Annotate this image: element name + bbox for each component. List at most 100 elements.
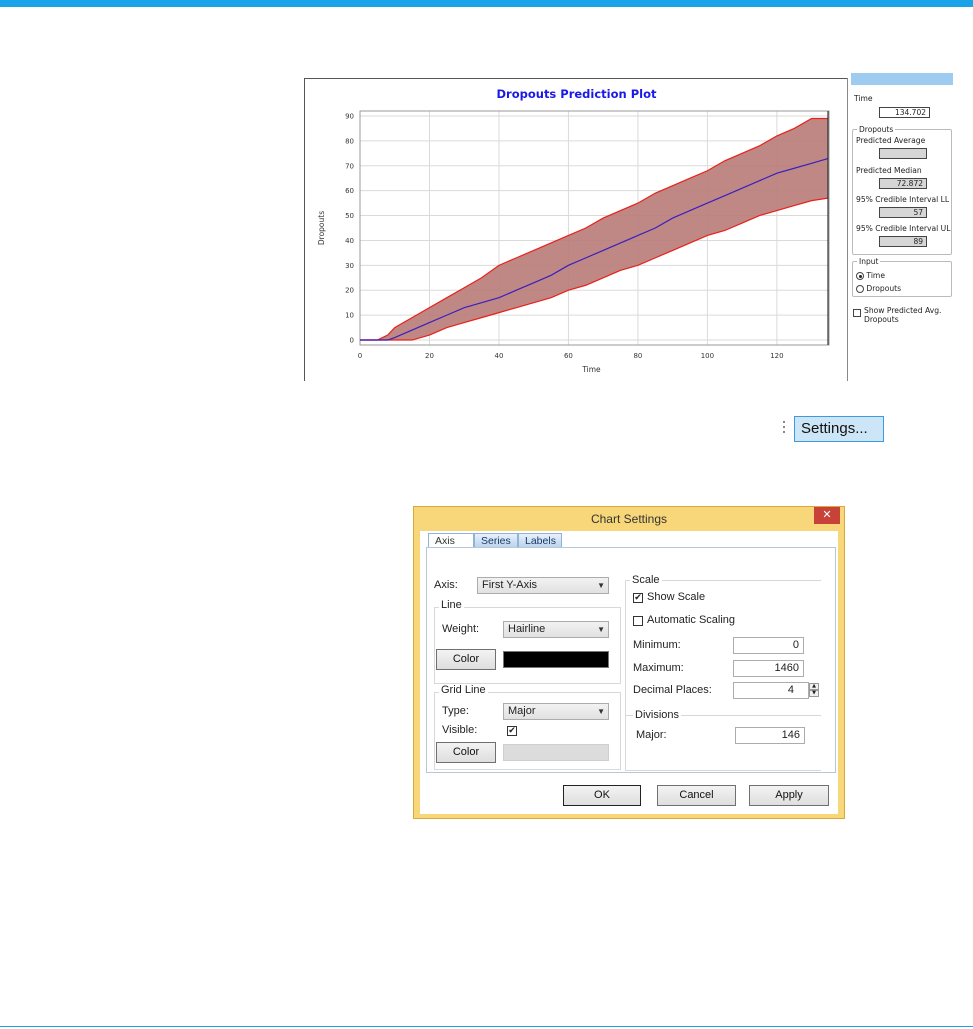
x-tick-label: 60: [564, 352, 573, 360]
radio-dropouts-indicator[interactable]: [856, 285, 864, 293]
top-accent-bar: [0, 0, 973, 7]
predicted-average-field: [879, 148, 927, 159]
x-tick-label: 80: [633, 352, 642, 360]
x-tick-label: 0: [358, 352, 362, 360]
grid-color-swatch[interactable]: [503, 744, 609, 761]
weight-label: Weight:: [442, 623, 480, 635]
y-tick-label: 30: [345, 262, 354, 270]
y-tick-label: 10: [345, 312, 354, 320]
weight-select[interactable]: Hairline ▼: [503, 621, 609, 638]
chevron-down-icon: ▼: [597, 581, 605, 590]
automatic-scaling-checkbox[interactable]: [633, 616, 643, 626]
plot-frame-edge: [847, 78, 848, 381]
line-color-button[interactable]: Color: [436, 649, 496, 670]
settings-button[interactable]: Settings...: [794, 416, 884, 442]
line-group-title: Line: [439, 599, 464, 611]
decimal-places-input[interactable]: 4: [733, 682, 809, 699]
close-icon: ✕: [822, 508, 832, 521]
visible-label: Visible:: [442, 724, 478, 736]
x-tick-label: 120: [770, 352, 783, 360]
spin-up-icon[interactable]: ▲: [809, 683, 819, 690]
show-scale-checkbox[interactable]: ✔: [633, 593, 643, 603]
type-select-value: Major: [508, 705, 536, 717]
chevron-down-icon: ▼: [597, 625, 605, 634]
automatic-scaling-label: Automatic Scaling: [647, 614, 736, 626]
dialog-title: Chart Settings: [590, 512, 668, 526]
show-scale-label: Show Scale: [647, 591, 706, 603]
axis-tab-panel: Axis: First Y-Axis ▼ Line Weight: Hairli…: [426, 547, 836, 773]
right-column-rule: [625, 580, 626, 770]
tab-axis[interactable]: Axis: [428, 533, 474, 547]
scale-group-title: Scale: [630, 574, 662, 586]
x-tick-label: 40: [495, 352, 504, 360]
gridline-group-title: Grid Line: [439, 684, 488, 696]
apply-button[interactable]: Apply: [749, 785, 829, 806]
axis-select[interactable]: First Y-Axis ▼: [477, 577, 609, 594]
axis-label: Axis:: [434, 579, 458, 591]
predicted-median-label: Predicted Median: [856, 166, 922, 175]
visible-checkbox[interactable]: ✔: [507, 726, 517, 736]
radio-dropouts[interactable]: Dropouts: [856, 284, 901, 293]
y-tick-label: 70: [345, 162, 354, 170]
radio-time-label: Time: [866, 271, 886, 280]
ok-button[interactable]: OK: [563, 785, 641, 806]
y-tick-label: 50: [345, 212, 354, 220]
prediction-side-panel: Time 134.702 Dropouts Predicted Average …: [850, 73, 953, 381]
decimal-places-spinner[interactable]: ▲ ▼: [809, 683, 819, 698]
input-legend: Input: [859, 257, 879, 266]
grid-color-button[interactable]: Color: [436, 742, 496, 763]
time-field[interactable]: 134.702: [879, 107, 930, 118]
bottom-separator: [625, 770, 821, 771]
major-label: Major:: [636, 729, 667, 741]
toolbar-grip[interactable]: [783, 418, 786, 440]
y-tick-label: 80: [345, 137, 354, 145]
y-tick-label: 40: [345, 237, 354, 245]
show-avg-label: Show Predicted Avg. Dropouts: [864, 306, 942, 324]
line-color-swatch[interactable]: [503, 651, 609, 668]
spin-down-icon[interactable]: ▼: [809, 690, 819, 697]
weight-select-value: Hairline: [508, 623, 546, 635]
plot-svg: 0 20 40 60 80 100 120 0 10 20 30 40 50 60 70 80 90 Time Dr…: [317, 110, 830, 374]
minimum-label: Minimum:: [633, 639, 681, 651]
side-panel-header: [851, 73, 953, 85]
decimal-places-label: Decimal Places:: [633, 684, 712, 696]
major-input[interactable]: 146: [735, 727, 805, 744]
y-tick-label: 20: [345, 287, 354, 295]
x-tick-label: 100: [701, 352, 714, 360]
dropouts-prediction-plot: Dropouts Prediction Plot 0 20 40 60 80 100 120…: [304, 78, 848, 381]
maximum-input[interactable]: 1460: [733, 660, 804, 677]
cancel-button[interactable]: Cancel: [657, 785, 736, 806]
minimum-input[interactable]: 0: [733, 637, 804, 654]
y-tick-label: 0: [350, 337, 354, 345]
y-tick-label: 90: [345, 112, 354, 120]
bottom-rule: [0, 1026, 973, 1027]
radio-time[interactable]: Time: [856, 271, 885, 280]
time-label: Time: [854, 94, 873, 103]
radio-dropouts-label: Dropouts: [866, 284, 902, 293]
predicted-average-label: Predicted Average: [856, 136, 926, 145]
divisions-group-title: Divisions: [633, 709, 682, 721]
x-axis-label: Time: [581, 365, 601, 374]
type-select[interactable]: Major ▼: [503, 703, 609, 720]
ul-label: 95% Credible Interval UL: [856, 224, 951, 233]
tab-labels[interactable]: Labels: [518, 533, 562, 547]
maximum-label: Maximum:: [633, 662, 684, 674]
dialog-body: Axis Series Labels Axis: First Y-Axis ▼ …: [420, 531, 838, 814]
chart-settings-dialog: Chart Settings ✕ Axis Series Labels Axis…: [413, 506, 845, 819]
ll-label: 95% Credible Interval LL: [856, 195, 950, 204]
y-tick-label: 60: [345, 187, 354, 195]
x-tick-label: 20: [425, 352, 434, 360]
ll-field: 57: [879, 207, 927, 218]
tab-series[interactable]: Series: [474, 533, 518, 547]
show-avg-checkbox[interactable]: [853, 309, 861, 317]
ul-field: 89: [879, 236, 927, 247]
chevron-down-icon: ▼: [597, 707, 605, 716]
close-button[interactable]: ✕: [814, 507, 840, 524]
predicted-median-field: 72.872: [879, 178, 927, 189]
line-group: [434, 607, 621, 684]
radio-time-indicator[interactable]: [856, 272, 864, 280]
type-label: Type:: [442, 705, 469, 717]
y-axis-label: Dropouts: [317, 211, 326, 245]
axis-select-value: First Y-Axis: [482, 579, 538, 591]
dropouts-legend: Dropouts: [859, 125, 894, 134]
